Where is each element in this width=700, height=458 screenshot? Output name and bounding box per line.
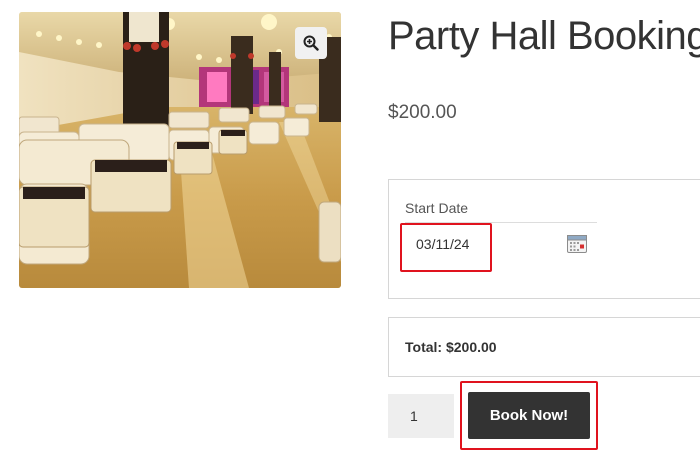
start-date-highlight [400, 223, 492, 272]
zoom-in-icon [303, 35, 319, 51]
product-title: Party Hall Booking [388, 14, 700, 58]
book-now-button[interactable]: Book Now! [468, 392, 590, 439]
start-date-label: Start Date [405, 200, 469, 216]
zoom-button[interactable] [295, 27, 327, 59]
hall-photo [19, 12, 341, 288]
product-price: $200.00 [388, 102, 457, 123]
total-price: Total: $200.00 [405, 339, 497, 355]
product-image[interactable] [19, 12, 341, 288]
booking-form: Start Date 03/11/24 [388, 179, 700, 299]
quantity-input[interactable] [388, 394, 454, 438]
total-panel: Total: $200.00 [388, 317, 700, 377]
calendar-icon[interactable] [567, 235, 587, 253]
